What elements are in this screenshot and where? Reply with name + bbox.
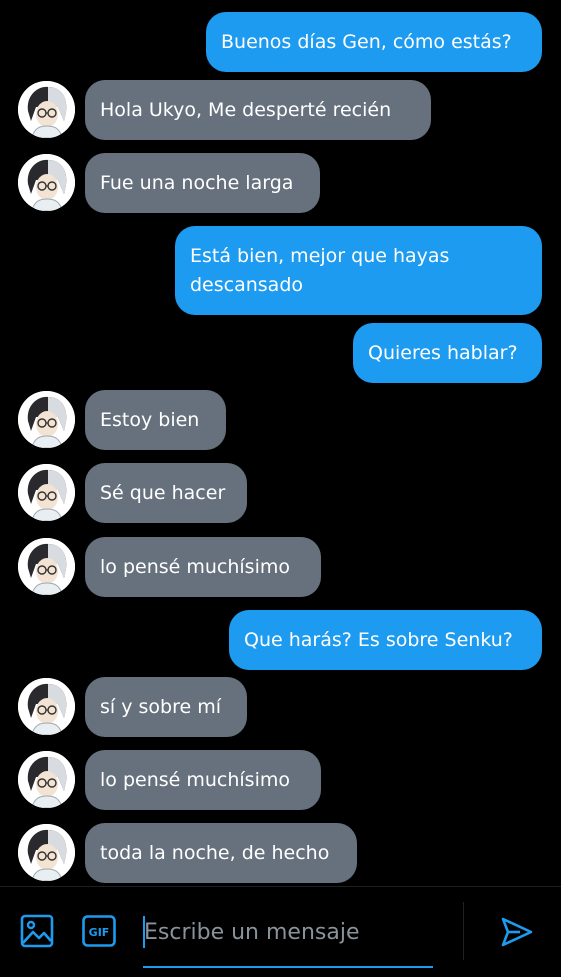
message-text: Estoy bien: [100, 408, 200, 431]
text-caret: [143, 916, 145, 948]
message-text: Fue una noche larga: [100, 171, 294, 194]
message-text: lo pensé muchísimo: [100, 555, 290, 578]
received-message-bubble[interactable]: toda la noche, de hecho: [85, 823, 357, 883]
message-text: lo pensé muchísimo: [100, 768, 290, 791]
message-list: Buenos días Gen, cómo estás? Hola Ukyo, M…: [0, 0, 561, 886]
received-message-bubble[interactable]: lo pensé muchísimo: [85, 537, 321, 597]
received-message-bubble[interactable]: sí y sobre mí: [85, 677, 247, 737]
avatar[interactable]: [18, 538, 75, 595]
message-text: Sé que hacer: [100, 481, 226, 504]
message-text: Quieres hablar?: [368, 341, 518, 364]
send-icon: [501, 917, 533, 947]
message-text: Buenos días Gen, cómo estás?: [221, 30, 512, 53]
avatar[interactable]: [18, 391, 75, 448]
received-message-bubble[interactable]: lo pensé muchísimo: [85, 750, 321, 810]
message-text: toda la noche, de hecho: [100, 841, 330, 864]
avatar[interactable]: [18, 81, 75, 138]
input-underline: [143, 966, 433, 968]
received-message-bubble[interactable]: Fue una noche larga: [85, 153, 320, 213]
send-button[interactable]: [500, 915, 534, 953]
message-text: Que harás? Es sobre Senku?: [244, 628, 513, 651]
media-button[interactable]: [20, 914, 54, 952]
message-input[interactable]: [144, 910, 434, 954]
gif-button[interactable]: GIF: [82, 915, 116, 951]
composer-divider: [463, 902, 464, 960]
avatar[interactable]: [18, 751, 75, 808]
avatar[interactable]: [18, 464, 75, 521]
gif-icon: GIF: [82, 915, 116, 947]
avatar[interactable]: [18, 678, 75, 735]
avatar[interactable]: [18, 154, 75, 211]
sent-message-bubble[interactable]: Quieres hablar?: [353, 323, 542, 383]
received-message-bubble[interactable]: Sé que hacer: [85, 463, 247, 523]
image-icon: [20, 914, 54, 948]
sent-message-bubble[interactable]: Está bien, mejor que hayas descansado: [175, 226, 542, 315]
message-text: Hola Ukyo, Me desperté recién: [100, 98, 392, 121]
message-text: sí y sobre mí: [100, 695, 221, 718]
gif-label: GIF: [89, 926, 110, 939]
received-message-bubble[interactable]: Hola Ukyo, Me desperté recién: [85, 80, 431, 140]
sent-message-bubble[interactable]: Buenos días Gen, cómo estás?: [206, 12, 542, 72]
message-text: Está bien, mejor que hayas descansado: [190, 244, 450, 296]
avatar[interactable]: [18, 824, 75, 881]
sent-message-bubble[interactable]: Que harás? Es sobre Senku?: [229, 610, 542, 670]
received-message-bubble[interactable]: Estoy bien: [85, 390, 226, 450]
